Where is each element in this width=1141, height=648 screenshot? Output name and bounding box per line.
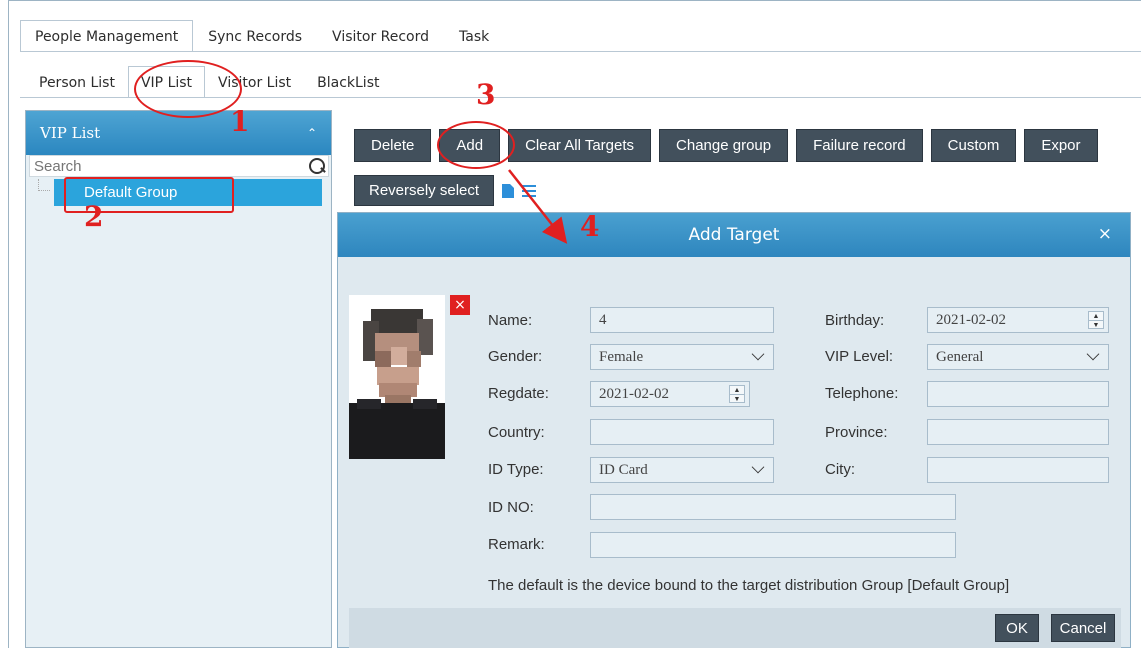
tab-blacklist[interactable]: BlackList — [304, 66, 392, 98]
birthday-field[interactable]: 2021-02-02 ▲ ▼ — [927, 307, 1109, 333]
regdate-value: 2021-02-02 — [599, 385, 669, 402]
annotation-arrow — [508, 169, 568, 244]
vip-level-select[interactable]: General — [927, 344, 1109, 370]
clear-all-targets-button[interactable]: Clear All Targets — [508, 129, 652, 162]
gender-value: Female — [599, 348, 644, 365]
search-box — [29, 155, 329, 177]
annotation-ellipse-add — [437, 121, 515, 169]
tab-visitor-record[interactable]: Visitor Record — [317, 20, 444, 52]
change-group-button[interactable]: Change group — [659, 129, 789, 162]
birthday-label: Birthday: — [825, 312, 885, 329]
chevron-down-icon — [751, 460, 765, 474]
top-tab-bar: People Management Sync Records Visitor R… — [20, 20, 504, 52]
date-spinner[interactable]: ▲ ▼ — [1088, 311, 1104, 329]
gender-label: Gender: — [488, 348, 543, 365]
tab-people-management[interactable]: People Management — [20, 20, 194, 52]
date-spinner[interactable]: ▲ ▼ — [729, 385, 745, 403]
dialog-title: Add Target — [688, 225, 780, 245]
tab-sync-records[interactable]: Sync Records — [193, 20, 317, 52]
annotation-number-4: 4 — [580, 210, 600, 243]
dialog-footer: OK Cancel — [349, 608, 1121, 648]
annotation-ellipse-vip-list — [134, 60, 242, 118]
panel-title: VIP List — [40, 124, 101, 142]
name-label: Name: — [488, 312, 533, 329]
chevron-up-icon[interactable]: ⌃ — [307, 126, 317, 140]
birthday-value: 2021-02-02 — [936, 311, 1006, 328]
dialog-header: Add Target × — [338, 213, 1130, 257]
province-label: Province: — [825, 424, 888, 441]
target-photo — [349, 295, 445, 459]
reversely-select-button[interactable]: Reversely select — [354, 175, 495, 206]
chevron-down-icon — [751, 347, 765, 361]
id-no-label: ID NO: — [488, 499, 534, 516]
telephone-field[interactable] — [927, 381, 1109, 407]
annotation-number-2: 2 — [84, 200, 104, 233]
close-icon[interactable]: × — [1098, 224, 1112, 244]
vip-level-label: VIP Level: — [825, 348, 894, 365]
custom-button[interactable]: Custom — [930, 129, 1017, 162]
regdate-label: Regdate: — [488, 385, 549, 402]
chevron-down-icon — [1086, 347, 1100, 361]
failure-record-button[interactable]: Failure record — [796, 129, 923, 162]
annotation-number-3: 3 — [476, 78, 496, 111]
city-field[interactable] — [927, 457, 1109, 483]
id-type-label: ID Type: — [488, 461, 544, 478]
remove-photo-button[interactable]: × — [450, 295, 470, 315]
id-no-field[interactable] — [590, 494, 956, 520]
name-field[interactable]: 4 — [590, 307, 774, 333]
country-label: Country: — [488, 424, 545, 441]
id-type-value: ID Card — [599, 461, 648, 478]
search-input[interactable] — [30, 156, 306, 176]
country-field[interactable] — [590, 419, 774, 445]
divider — [20, 51, 1141, 52]
ok-button[interactable]: OK — [995, 614, 1039, 642]
tab-person-list[interactable]: Person List — [26, 66, 128, 98]
name-value: 4 — [599, 311, 607, 328]
vip-level-value: General — [936, 348, 984, 365]
default-group-note: The default is the device bound to the t… — [488, 577, 1010, 594]
province-field[interactable] — [927, 419, 1109, 445]
tree-connector — [38, 179, 50, 191]
export-button[interactable]: Expor — [1024, 129, 1098, 162]
search-icon[interactable] — [306, 156, 328, 176]
remark-field[interactable] — [590, 532, 956, 558]
id-type-select[interactable]: ID Card — [590, 457, 774, 483]
delete-button[interactable]: Delete — [354, 129, 432, 162]
add-target-dialog: Add Target × × Name: Gender: Regdate: Co… — [337, 212, 1131, 648]
gender-select[interactable]: Female — [590, 344, 774, 370]
remark-label: Remark: — [488, 536, 545, 553]
city-label: City: — [825, 461, 855, 478]
annotation-number-1: 1 — [230, 105, 250, 138]
regdate-field[interactable]: 2021-02-02 ▲ ▼ — [590, 381, 750, 407]
cancel-button[interactable]: Cancel — [1051, 614, 1115, 642]
tab-task[interactable]: Task — [444, 20, 504, 52]
telephone-label: Telephone: — [825, 385, 899, 402]
